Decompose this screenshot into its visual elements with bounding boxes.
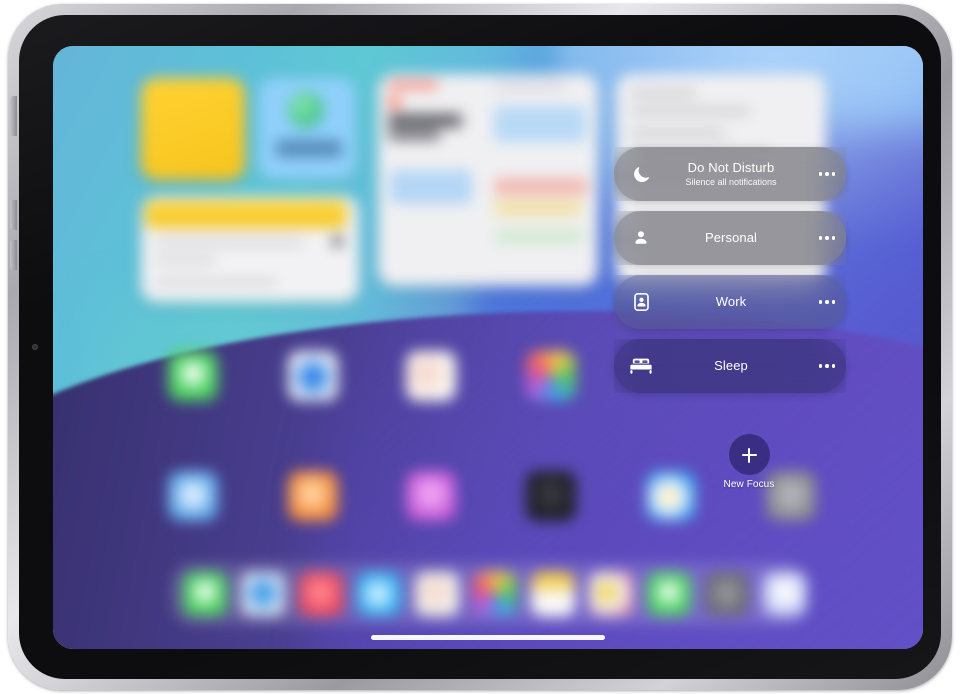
notes-widget[interactable] bbox=[141, 78, 245, 180]
app-photos[interactable] bbox=[526, 351, 576, 401]
moon-icon bbox=[622, 165, 660, 184]
app-music[interactable] bbox=[288, 471, 338, 521]
ellipsis-dot bbox=[825, 364, 829, 368]
calendar-event bbox=[494, 230, 584, 243]
list-line bbox=[155, 240, 303, 245]
dock-settings[interactable] bbox=[705, 572, 749, 616]
mail-line bbox=[630, 130, 726, 136]
calendar-event bbox=[390, 170, 472, 204]
dock-facetime[interactable] bbox=[647, 572, 691, 616]
app-facetime[interactable] bbox=[288, 351, 338, 401]
focus-pill-sleep[interactable]: Sleep bbox=[614, 339, 846, 393]
calendar-right-column bbox=[486, 74, 598, 286]
ellipsis-dot bbox=[818, 300, 823, 304]
ipad-device-frame: Do Not Disturb Silence all notifications bbox=[8, 4, 952, 690]
list-line bbox=[155, 258, 215, 263]
ipad-screen: Do Not Disturb Silence all notifications bbox=[53, 46, 923, 649]
focus-panel: Do Not Disturb Silence all notifications bbox=[614, 147, 846, 403]
dock-files[interactable] bbox=[531, 572, 575, 616]
screenshot-root: Do Not Disturb Silence all notifications bbox=[0, 0, 960, 694]
pill-text-block: Work bbox=[660, 293, 808, 310]
dock-mail[interactable] bbox=[357, 572, 401, 616]
focus-title: Work bbox=[715, 293, 747, 309]
ellipsis-dot bbox=[818, 172, 823, 176]
ellipsis-dot bbox=[818, 236, 823, 240]
calendar-title-line bbox=[388, 114, 462, 127]
new-focus-label: New Focus bbox=[723, 479, 775, 490]
person-icon bbox=[622, 229, 660, 247]
focus-more-options-button[interactable] bbox=[808, 236, 846, 240]
mail-line bbox=[630, 90, 696, 96]
focus-title: Sleep bbox=[714, 357, 748, 373]
calendar-widget[interactable] bbox=[378, 74, 598, 286]
calendar-column-header bbox=[494, 82, 566, 89]
calendar-left-column bbox=[378, 74, 482, 286]
app-notes-app[interactable] bbox=[406, 351, 456, 401]
dock-notes[interactable] bbox=[415, 572, 459, 616]
ellipsis-dot bbox=[831, 172, 836, 176]
app-tv[interactable] bbox=[526, 471, 576, 521]
calendar-event bbox=[494, 106, 586, 142]
power-button[interactable] bbox=[10, 96, 17, 136]
app-files[interactable] bbox=[168, 471, 218, 521]
ellipsis-dot bbox=[831, 300, 836, 304]
plus-icon bbox=[728, 434, 770, 475]
dock-safari[interactable] bbox=[241, 572, 285, 616]
contacts-widget[interactable] bbox=[258, 78, 356, 180]
reminders-list-widget[interactable] bbox=[141, 196, 359, 302]
contact-avatar bbox=[288, 92, 324, 128]
ellipsis-dot bbox=[825, 172, 829, 176]
dock-keynote[interactable] bbox=[589, 572, 633, 616]
dock-appstore[interactable] bbox=[763, 572, 807, 616]
app-podcasts[interactable] bbox=[406, 471, 456, 521]
calendar-event bbox=[494, 178, 588, 195]
pill-text-block: Sleep bbox=[660, 357, 808, 374]
dock-messages[interactable] bbox=[183, 572, 227, 616]
ellipsis-dot bbox=[818, 364, 823, 368]
pill-text-block: Do Not Disturb Silence all notifications bbox=[660, 159, 808, 187]
focus-subtitle: Silence all notifications bbox=[685, 176, 777, 187]
calendar-badge bbox=[388, 96, 401, 109]
dock-music[interactable] bbox=[299, 572, 343, 616]
app-weather[interactable] bbox=[646, 471, 696, 521]
home-indicator-bar[interactable] bbox=[371, 635, 605, 640]
mail-line bbox=[630, 108, 750, 114]
ellipsis-dot bbox=[831, 236, 836, 240]
ellipsis-dot bbox=[825, 300, 829, 304]
focus-pill-personal[interactable]: Personal bbox=[614, 211, 846, 265]
dock-photos[interactable] bbox=[473, 572, 517, 616]
front-camera-icon bbox=[32, 344, 38, 350]
volume-down-button[interactable] bbox=[10, 240, 17, 270]
calendar-event bbox=[494, 200, 582, 216]
id-badge-icon bbox=[622, 292, 660, 312]
volume-up-button[interactable] bbox=[10, 200, 17, 230]
list-widget-header bbox=[145, 200, 347, 228]
focus-more-options-button[interactable] bbox=[808, 364, 846, 368]
contact-name-bar bbox=[276, 140, 342, 157]
list-line bbox=[155, 280, 277, 285]
pill-text-block: Personal bbox=[660, 229, 808, 246]
focus-more-options-button[interactable] bbox=[808, 172, 846, 176]
list-widget-dot bbox=[332, 236, 343, 247]
bed-icon bbox=[622, 357, 660, 375]
focus-title: Personal bbox=[704, 229, 758, 245]
focus-pill-work[interactable]: Work bbox=[614, 275, 846, 329]
new-focus-button[interactable]: New Focus bbox=[701, 434, 797, 490]
calendar-date-label bbox=[388, 82, 438, 88]
focus-more-options-button[interactable] bbox=[808, 300, 846, 304]
calendar-subtitle-line bbox=[388, 130, 440, 140]
focus-pill-do-not-disturb[interactable]: Do Not Disturb Silence all notifications bbox=[614, 147, 846, 201]
ellipsis-dot bbox=[825, 236, 829, 240]
focus-title: Do Not Disturb bbox=[687, 159, 775, 175]
app-messages[interactable] bbox=[168, 351, 218, 401]
ellipsis-dot bbox=[831, 364, 836, 368]
